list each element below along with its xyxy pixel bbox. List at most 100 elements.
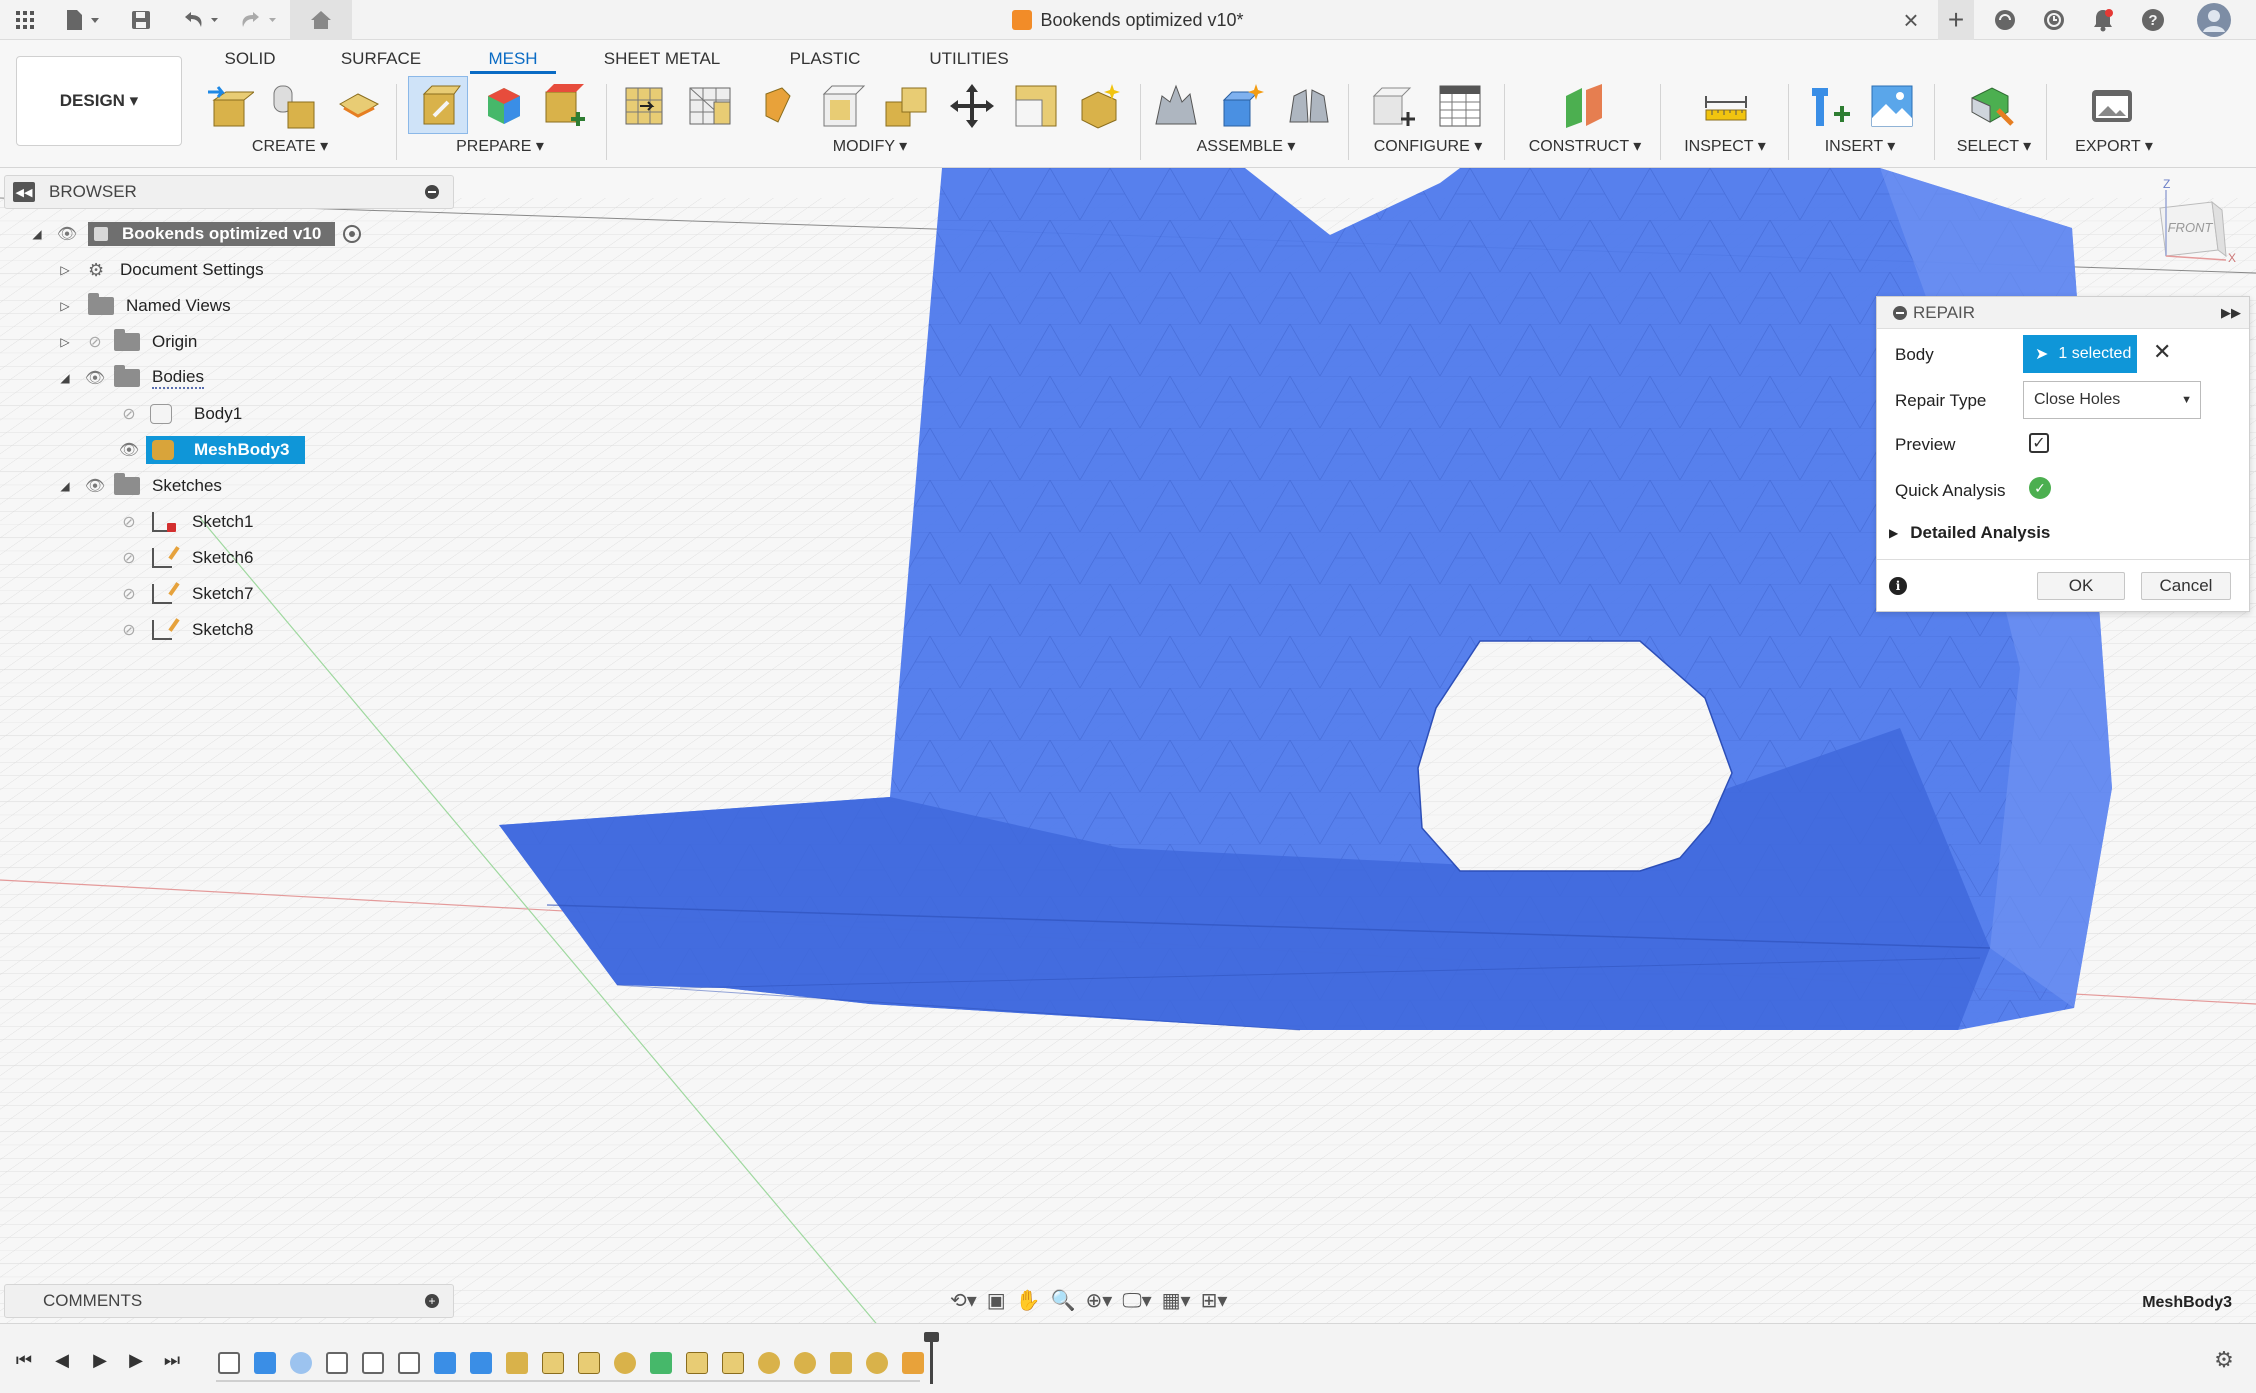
timeline-combine-icon[interactable] [830,1352,852,1374]
convert-mesh-icon[interactable] [1076,82,1124,130]
timeline-remesh-icon[interactable] [686,1352,708,1374]
go-to-end-icon[interactable]: ⏭ [160,1348,184,1372]
info-icon[interactable]: i [1889,577,1907,595]
comments-panel[interactable]: COMMENTS + [4,1284,454,1318]
timeline-mesh-icon[interactable] [506,1352,528,1374]
tree-row-sketch1[interactable]: ⊘ Sketch1 [116,506,253,538]
tree-row-named-views[interactable]: ▷ Named Views [58,290,231,322]
job-status-icon[interactable] [2039,4,2069,36]
insert-mcmaster-icon[interactable] [1804,82,1852,130]
file-icon[interactable] [60,4,104,36]
collapse-panel-icon[interactable]: ◀◀ [13,182,35,202]
repair-icon[interactable] [414,82,462,130]
combine-icon[interactable] [882,82,930,130]
timeline-mesh-icon[interactable] [794,1352,816,1374]
tree-row-body1[interactable]: ⊘ Body1 [116,398,242,430]
move-icon[interactable] [948,82,996,130]
timeline-sketch-icon[interactable] [398,1352,420,1374]
measure-icon[interactable] [1702,82,1750,130]
selection-filter-icon[interactable] [1968,82,2016,130]
group-modify[interactable]: MODIFY ▾ [790,136,950,158]
expand-triangle-icon[interactable]: ▷ [58,335,72,349]
add-comment-icon[interactable]: + [425,1294,439,1308]
group-create[interactable]: CREATE ▾ [210,136,370,158]
reduce-icon[interactable] [686,82,734,130]
timeline-sketch-icon[interactable] [218,1352,240,1374]
help-icon[interactable]: ? [2138,4,2168,36]
expand-triangle-icon[interactable]: ▷ [58,299,72,313]
orbit-icon[interactable]: ⟲▾ [950,1288,977,1313]
visibility-eye-icon[interactable]: 👁 [116,440,142,460]
tab-solid[interactable]: SOLID [220,44,280,74]
expand-dialog-icon[interactable]: ▶▶ [2221,305,2241,321]
grid-settings-icon[interactable]: ▦▾ [1162,1288,1191,1313]
browser-minimize-icon[interactable] [425,185,439,199]
timeline-marker[interactable] [930,1336,933,1384]
viewports-icon[interactable]: ⊞▾ [1201,1288,1228,1313]
group-prepare[interactable]: PREPARE ▾ [420,136,580,158]
tree-row-origin[interactable]: ▷ ⊘ Origin [58,326,197,358]
zoom-icon[interactable]: 🔍 [1051,1288,1076,1313]
visibility-eye-icon[interactable]: 👁 [54,224,80,244]
ok-button[interactable]: OK [2037,572,2125,600]
timeline-marker-handle[interactable] [924,1332,939,1342]
hidden-eye-icon[interactable]: ⊘ [116,620,142,640]
timeline-fillet-icon[interactable] [290,1352,312,1374]
tree-row-meshbody3[interactable]: 👁 MeshBody3 [116,434,306,466]
create-face-group-icon[interactable] [334,82,382,130]
pan-icon[interactable]: ✋ [1016,1288,1041,1313]
go-to-start-icon[interactable]: ⏮ [12,1348,36,1372]
tree-row-sketch6[interactable]: ⊘ Sketch6 [116,542,253,574]
grid-icon[interactable] [10,4,40,36]
tree-row-sketches[interactable]: ◢ 👁 Sketches [58,470,222,502]
group-export[interactable]: EXPORT ▾ [2034,136,2194,158]
group-assemble[interactable]: ASSEMBLE ▾ [1166,136,1326,158]
tab-mesh[interactable]: MESH [470,44,556,74]
timeline-repair-icon[interactable] [902,1352,924,1374]
detailed-analysis-toggle[interactable]: ▶ Detailed Analysis [1889,523,2050,543]
selected-item-highlight[interactable]: MeshBody3 [146,436,306,464]
hidden-eye-icon[interactable]: ⊘ [116,404,142,424]
visibility-eye-icon[interactable]: 👁 [82,476,108,496]
display-settings-icon[interactable]: 🖵▾ [1122,1288,1151,1313]
timeline-reduce-icon[interactable] [722,1352,744,1374]
home-icon[interactable] [290,0,352,40]
collapse-triangle-icon[interactable]: ◢ [58,371,72,385]
tree-row-document-settings[interactable]: ▷ ⚙ Document Settings [58,254,263,286]
new-component-icon[interactable] [1218,82,1266,130]
timeline-remesh-icon[interactable] [578,1352,600,1374]
visibility-eye-icon[interactable]: 👁 [82,368,108,388]
dialog-minimize-icon[interactable] [1893,305,1907,320]
tessellate-icon[interactable] [270,82,318,130]
extensions-icon[interactable] [1990,4,2020,36]
hidden-eye-icon[interactable]: ⊘ [116,548,142,568]
timeline-mesh-icon[interactable] [614,1352,636,1374]
new-tab-icon[interactable]: + [1938,0,1974,40]
body-selection-button[interactable]: ➤ 1 selected [2023,335,2137,373]
smooth-icon[interactable] [754,82,802,130]
root-component-label[interactable]: Bookends optimized v10 [88,222,336,246]
undo-icon[interactable] [176,4,222,36]
save-icon[interactable] [128,4,154,36]
tree-row-sketch8[interactable]: ⊘ Sketch8 [116,614,253,646]
export-icon[interactable] [2088,82,2136,130]
collapse-triangle-icon[interactable]: ◢ [30,227,44,241]
tree-row-root[interactable]: ◢ 👁 Bookends optimized v10 [30,218,362,250]
timeline-cut-icon[interactable] [434,1352,456,1374]
fit-icon[interactable]: ⊕▾ [1086,1288,1113,1313]
workspace-button[interactable]: DESIGN ▾ [16,56,182,146]
timeline-reduce-icon[interactable] [542,1352,564,1374]
offset-plane-icon[interactable] [1560,82,1608,130]
cancel-button[interactable]: Cancel [2141,572,2231,600]
timeline-combine-icon[interactable] [470,1352,492,1374]
configure-design-icon[interactable] [1370,82,1418,130]
joint-icon[interactable] [1152,82,1200,130]
timeline-mesh-icon[interactable] [866,1352,888,1374]
activate-radio-icon[interactable] [343,225,362,243]
preview-checkbox[interactable]: ✓ [2029,433,2049,453]
group-configure[interactable]: CONFIGURE ▾ [1348,136,1508,158]
tab-sheet-metal[interactable]: SHEET METAL [602,44,722,74]
step-forward-icon[interactable]: ▶ [124,1348,148,1372]
notifications-icon[interactable] [2088,4,2118,36]
tree-row-sketch7[interactable]: ⊘ Sketch7 [116,578,253,610]
